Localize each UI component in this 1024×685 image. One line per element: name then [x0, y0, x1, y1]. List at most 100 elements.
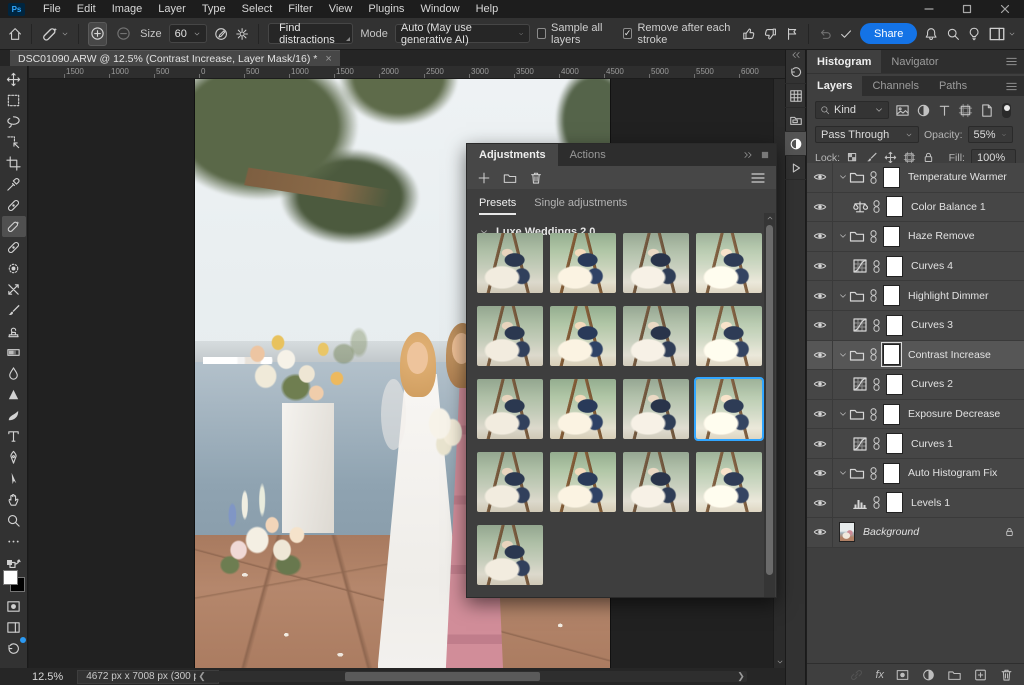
layer-mask-thumbnail[interactable]	[883, 285, 900, 306]
layer-mask-thumbnail[interactable]	[886, 492, 903, 513]
commit-check-icon[interactable]	[839, 25, 853, 43]
preset-thumbnail[interactable]	[550, 233, 616, 293]
mode-dropdown[interactable]: Auto (May use generative AI)	[395, 24, 530, 43]
layer-mask-thumbnail[interactable]	[883, 463, 900, 484]
preset-thumbnail[interactable]	[623, 379, 689, 439]
layer-mask-thumbnail[interactable]	[886, 315, 903, 336]
preset-thumbnail[interactable]	[477, 452, 543, 512]
layer-row-background[interactable]: Background	[807, 518, 1024, 548]
tab-layers[interactable]: Layers	[807, 76, 862, 96]
object-selection-tool[interactable]	[2, 132, 26, 153]
dock-history-button[interactable]	[785, 60, 806, 84]
blur-tool[interactable]	[2, 363, 26, 384]
color-swatches[interactable]	[3, 570, 25, 592]
more-tools[interactable]	[2, 531, 26, 552]
dock-adjustments-button[interactable]	[785, 132, 806, 156]
layer-visibility-toggle[interactable]	[807, 489, 833, 518]
preset-thumbnail[interactable]	[550, 452, 616, 512]
sample-all-layers-checkbox[interactable]: Sample all layers	[537, 22, 616, 46]
share-button[interactable]: Share	[860, 23, 917, 44]
filter-shape-layers-icon[interactable]	[958, 103, 973, 118]
layer-row-auto-histogram-fix[interactable]: Auto Histogram Fix	[807, 459, 1024, 489]
menu-edit[interactable]: Edit	[69, 0, 104, 18]
type-tool[interactable]	[2, 426, 26, 447]
layer-effects-icon[interactable]: fx	[875, 669, 884, 681]
lasso-tool[interactable]	[2, 111, 26, 132]
find-distractions-button[interactable]: Find distractions	[268, 23, 353, 44]
swap-colors-icon[interactable]	[6, 556, 22, 568]
pen-tool[interactable]	[2, 447, 26, 468]
panel-menu-icon[interactable]	[1005, 81, 1018, 92]
brush-add-mode-button[interactable]	[88, 22, 107, 46]
curves-adjustment-icon[interactable]	[852, 317, 868, 333]
chevron-down-icon[interactable]	[838, 350, 848, 360]
healing-brush-tool[interactable]	[2, 195, 26, 216]
bell-icon[interactable]	[924, 25, 938, 43]
new-group-folder-icon[interactable]	[503, 171, 517, 185]
dock-actions-button[interactable]	[785, 156, 806, 180]
curves-adjustment-icon[interactable]	[852, 258, 868, 274]
sharpen-tool[interactable]	[2, 384, 26, 405]
scrollbar-thumb[interactable]	[766, 225, 773, 575]
undo-icon[interactable]	[818, 25, 832, 43]
tab-actions[interactable]: Actions	[558, 144, 618, 166]
add-layer-mask-icon[interactable]	[895, 668, 910, 682]
chevron-down-icon[interactable]	[838, 409, 848, 419]
layer-row-levels-1[interactable]: Levels 1	[807, 489, 1024, 519]
presets-scrollbar[interactable]	[764, 213, 775, 597]
curves-adjustment-icon[interactable]	[852, 376, 868, 392]
scroll-up-icon[interactable]	[764, 213, 775, 223]
levels-adjustment-icon[interactable]	[852, 495, 868, 511]
scroll-right-icon[interactable]: ❯	[735, 671, 747, 682]
chevron-down-icon[interactable]	[838, 231, 848, 241]
layer-row-curves-1[interactable]: Curves 1	[807, 429, 1024, 459]
minimize-button[interactable]	[910, 0, 948, 18]
panel-menu-icon[interactable]	[1005, 56, 1018, 67]
menu-image[interactable]: Image	[104, 0, 151, 18]
remove-after-stroke-checkbox[interactable]: Remove after each stroke	[623, 22, 735, 46]
gradient-tool[interactable]	[2, 342, 26, 363]
menu-type[interactable]: Type	[194, 0, 234, 18]
menu-plugins[interactable]: Plugins	[360, 0, 412, 18]
preset-thumbnail[interactable]	[696, 306, 762, 366]
layer-visibility-toggle[interactable]	[807, 341, 833, 370]
blend-mode-dropdown[interactable]: Pass Through	[815, 126, 919, 143]
layer-row-color-balance-1[interactable]: Color Balance 1	[807, 193, 1024, 223]
path-selection-tool[interactable]	[2, 468, 26, 489]
tab-navigator[interactable]: Navigator	[881, 50, 948, 73]
layer-mask-thumbnail[interactable]	[883, 226, 900, 247]
home-icon[interactable]	[8, 25, 22, 43]
new-layer-icon[interactable]	[973, 668, 988, 682]
panel-menu-icon[interactable]	[750, 171, 766, 185]
add-preset-icon[interactable]	[477, 171, 491, 185]
eyedropper-tool[interactable]	[2, 174, 26, 195]
flag-icon[interactable]	[785, 25, 799, 43]
subtab-single-adjustments[interactable]: Single adjustments	[534, 197, 627, 215]
layer-row-curves-3[interactable]: Curves 3	[807, 311, 1024, 341]
layer-visibility-toggle[interactable]	[807, 459, 833, 488]
tab-channels[interactable]: Channels	[862, 76, 928, 96]
close-button[interactable]	[986, 0, 1024, 18]
layer-visibility-toggle[interactable]	[807, 222, 833, 251]
layer-visibility-toggle[interactable]	[807, 400, 833, 429]
smudge-tool[interactable]	[2, 405, 26, 426]
layer-row-exposure-decrease[interactable]: Exposure Decrease	[807, 400, 1024, 430]
thumbs-up-icon[interactable]	[742, 25, 756, 43]
preset-thumbnail[interactable]	[477, 525, 543, 585]
scrollbar-thumb[interactable]	[345, 672, 540, 681]
new-adjustment-layer-icon[interactable]	[921, 668, 936, 682]
menu-window[interactable]: Window	[412, 0, 467, 18]
tab-close-icon[interactable]: ×	[325, 53, 331, 65]
subtab-presets[interactable]: Presets	[479, 197, 516, 215]
layer-mask-thumbnail[interactable]	[886, 433, 903, 454]
preset-thumbnail[interactable]	[696, 233, 762, 293]
layer-row-temperature-warmer[interactable]: Temperature Warmer	[807, 163, 1024, 193]
scrollbar-track[interactable]	[208, 671, 735, 682]
layer-row-curves-4[interactable]: Curves 4	[807, 252, 1024, 282]
brush-size-field[interactable]: 60	[169, 24, 207, 43]
hand-tool[interactable]	[2, 489, 26, 510]
crop-tool[interactable]	[2, 153, 26, 174]
menu-help[interactable]: Help	[468, 0, 507, 18]
layer-visibility-toggle[interactable]	[807, 311, 833, 340]
layer-row-curves-2[interactable]: Curves 2	[807, 370, 1024, 400]
